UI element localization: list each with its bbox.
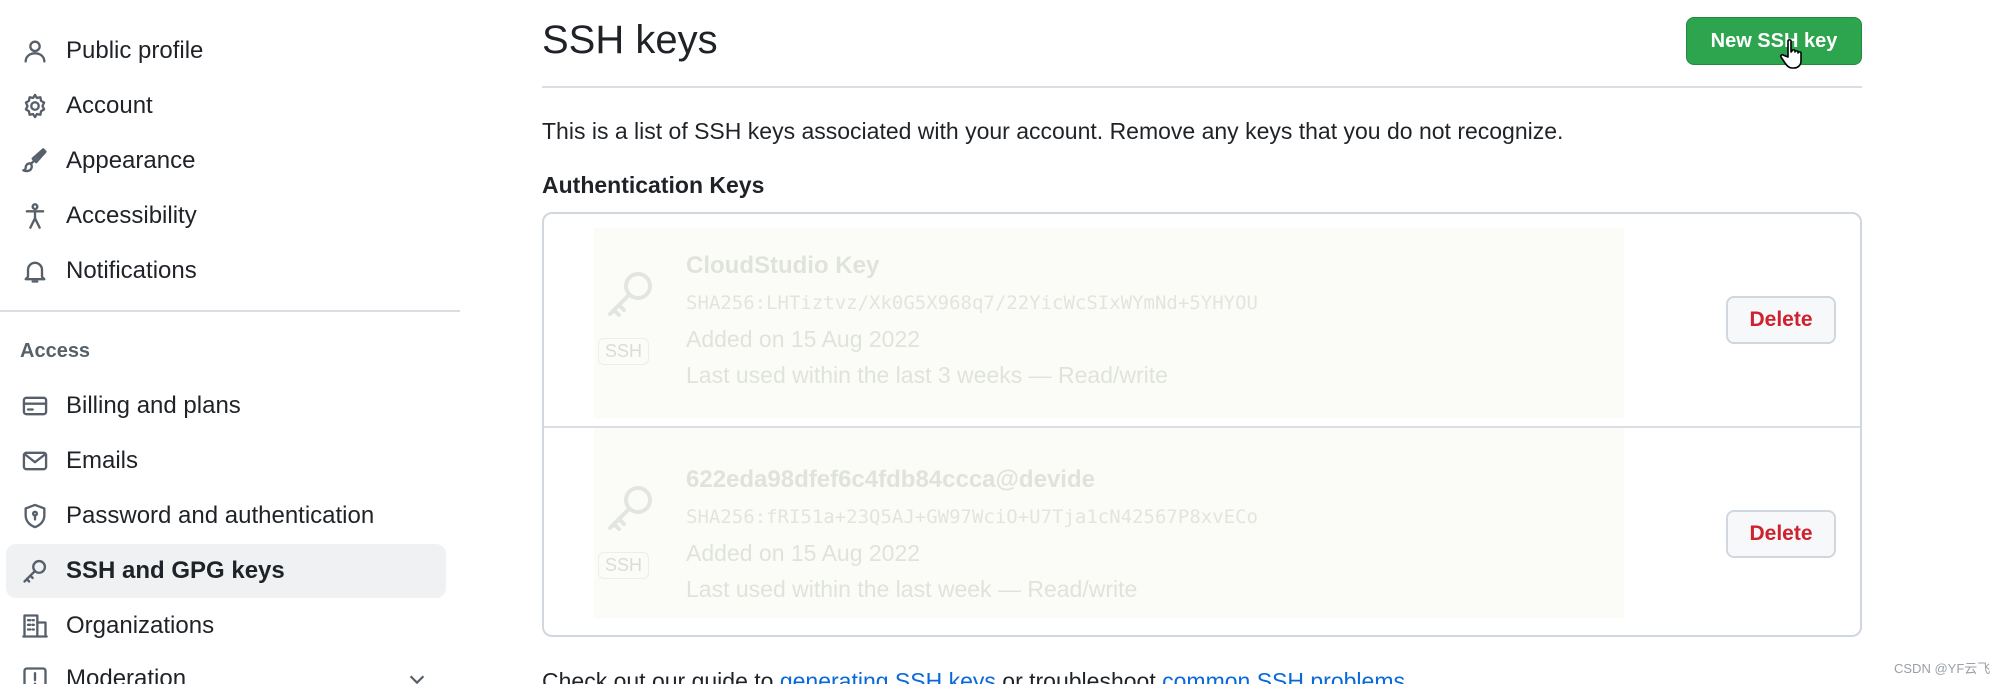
key-last-used: Last used within the last week — Read/wr… bbox=[686, 576, 1138, 602]
sidebar-divider bbox=[0, 310, 460, 312]
sidebar-item-billing[interactable]: Billing and plans bbox=[6, 379, 446, 433]
sidebar-item-public-profile[interactable]: Public profile bbox=[6, 24, 446, 78]
key-last-used: Last used within the last 3 weeks — Read… bbox=[686, 362, 1168, 388]
sidebar-item-label: Account bbox=[66, 92, 153, 119]
key-icon bbox=[602, 478, 662, 538]
shield-icon bbox=[20, 501, 50, 531]
mail-icon bbox=[20, 446, 50, 476]
key-icon bbox=[602, 264, 662, 324]
key-fingerprint: SHA256:fRI51a+23Q5AJ+GW97WciO+U7Tja1cN42… bbox=[686, 506, 1258, 528]
key-fingerprint: SHA256:LHTiztvz/Xk0G5X968q7/22YicWcSIxWY… bbox=[686, 292, 1258, 314]
sidebar-item-emails[interactable]: Emails bbox=[6, 434, 446, 488]
sidebar-item-label: SSH and GPG keys bbox=[66, 557, 285, 584]
sidebar-item-label: Notifications bbox=[66, 257, 197, 284]
settings-sidebar: Public profile Account Appearance Access… bbox=[0, 0, 460, 684]
bell-icon bbox=[20, 256, 50, 286]
sidebar-item-account[interactable]: Account bbox=[6, 79, 446, 133]
ssh-key-row: SSH CloudStudio Key SHA256:LHTiztvz/Xk0G… bbox=[544, 214, 1860, 426]
sidebar-item-label: Emails bbox=[66, 447, 139, 474]
chevron-down-icon[interactable] bbox=[406, 668, 428, 684]
sidebar-item-notifications[interactable]: Notifications bbox=[6, 244, 446, 298]
accessibility-icon bbox=[20, 201, 50, 231]
hand-cursor-icon bbox=[1780, 39, 1802, 69]
help-text-suffix: . bbox=[1404, 668, 1412, 684]
delete-key-button[interactable]: Delete bbox=[1726, 510, 1836, 558]
sidebar-item-label: Organizations bbox=[66, 612, 215, 639]
sidebar-item-password[interactable]: Password and authentication bbox=[6, 489, 446, 543]
sidebar-item-label: Public profile bbox=[66, 37, 204, 64]
ssh-badge: SSH bbox=[598, 552, 650, 579]
sidebar-item-accessibility[interactable]: Accessibility bbox=[6, 189, 446, 243]
ssh-keys-list: SSH CloudStudio Key SHA256:LHTiztvz/Xk0G… bbox=[542, 212, 1862, 637]
sidebar-item-label: Billing and plans bbox=[66, 392, 241, 419]
organization-icon bbox=[20, 611, 50, 641]
credit-card-icon bbox=[20, 391, 50, 421]
ssh-key-row: SSH 622eda98dfef6c4fdb84ccca@devide SHA2… bbox=[544, 426, 1860, 635]
authentication-keys-heading: Authentication Keys bbox=[542, 172, 765, 198]
help-text-middle: or troubleshoot bbox=[995, 668, 1163, 684]
person-icon bbox=[20, 36, 50, 66]
new-ssh-key-button[interactable]: New SSH key bbox=[1686, 17, 1862, 65]
key-added-date: Added on 15 Aug 2022 bbox=[686, 540, 921, 566]
key-title: 622eda98dfef6c4fdb84ccca@devide bbox=[686, 466, 1095, 493]
sidebar-section-label: Access bbox=[20, 340, 91, 362]
watermark: CSDN @YF云飞 bbox=[1894, 661, 1991, 676]
sidebar-item-label: Moderation bbox=[66, 665, 187, 684]
sidebar-item-label: Password and authentication bbox=[66, 502, 375, 529]
sidebar-item-appearance[interactable]: Appearance bbox=[6, 134, 446, 188]
sidebar-item-ssh-gpg-keys[interactable]: SSH and GPG keys bbox=[6, 544, 446, 598]
delete-key-button[interactable]: Delete bbox=[1726, 296, 1836, 344]
help-text-prefix: Check out our guide to bbox=[542, 668, 780, 684]
generating-ssh-keys-link[interactable]: generating SSH keys bbox=[780, 668, 996, 684]
sidebar-item-moderation[interactable]: Moderation bbox=[6, 652, 446, 684]
sidebar-item-label: Accessibility bbox=[66, 202, 197, 229]
sidebar-item-organizations[interactable]: Organizations bbox=[6, 599, 446, 653]
key-title: CloudStudio Key bbox=[686, 252, 880, 279]
page-title: SSH keys bbox=[542, 18, 718, 62]
report-icon bbox=[20, 664, 50, 684]
gear-icon bbox=[20, 91, 50, 121]
ssh-badge: SSH bbox=[598, 338, 650, 365]
key-icon bbox=[20, 556, 50, 586]
title-divider bbox=[542, 86, 1862, 88]
sidebar-item-label: Appearance bbox=[66, 147, 196, 174]
intro-text: This is a list of SSH keys associated wi… bbox=[542, 118, 1564, 144]
key-added-date: Added on 15 Aug 2022 bbox=[686, 326, 921, 352]
help-text: Check out our guide to generating SSH ke… bbox=[542, 668, 1411, 684]
common-ssh-problems-link[interactable]: common SSH problems bbox=[1162, 668, 1405, 684]
paintbrush-icon bbox=[20, 146, 50, 176]
